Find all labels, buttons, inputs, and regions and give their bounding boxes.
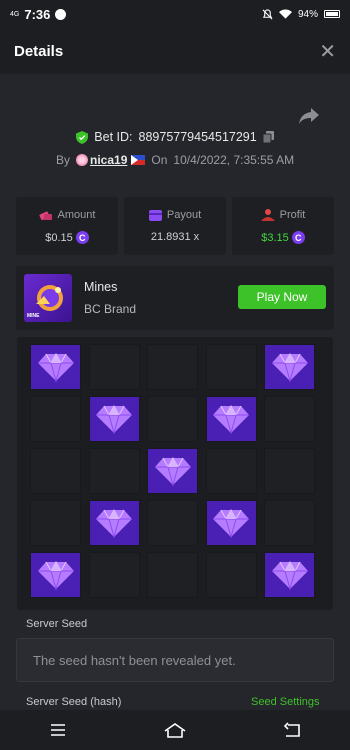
gem-tile: [88, 396, 140, 442]
by-label: By: [56, 153, 71, 167]
clock: 7:36: [24, 6, 51, 22]
status-bar: 4G 7:36 94%: [0, 0, 350, 28]
amount-label: Amount: [57, 209, 96, 221]
bet-id-label: Bet ID:: [94, 130, 133, 144]
server-seed-hash-label: Server Seed (hash): [26, 696, 122, 708]
battery-icon: [324, 10, 340, 18]
username-link[interactable]: nica19: [76, 153, 146, 167]
battery-percent: 94%: [297, 8, 318, 20]
empty-tile: [205, 552, 257, 598]
empty-tile: [264, 396, 315, 442]
diamond-icon: [271, 560, 308, 590]
bet-id-value: 88975779454517291: [138, 130, 257, 144]
empty-tile: [147, 344, 198, 390]
empty-tile: [30, 500, 81, 546]
stat-amount: Amount $0.15 C: [16, 197, 118, 255]
messenger-icon: [55, 8, 67, 20]
profit-icon: [260, 209, 275, 221]
coin-icon: C: [75, 231, 89, 244]
empty-tile: [147, 396, 198, 442]
menu-lines-icon: [51, 724, 66, 736]
empty-tile: [147, 552, 198, 598]
recent-apps-button[interactable]: [41, 717, 75, 743]
empty-tile: [205, 448, 257, 494]
game-thumbnail: MINE: [24, 274, 72, 322]
diamond-icon: [213, 508, 249, 538]
gem-tile: [30, 344, 81, 390]
server-seed-field: The seed hasn't been revealed yet.: [16, 638, 334, 682]
gem-tile: [88, 500, 140, 546]
gem-tile: [30, 552, 81, 598]
stat-profit: Profit $3.15 C: [232, 197, 334, 255]
thumbnail-label: MINE: [27, 313, 40, 319]
play-now-button[interactable]: Play Now: [238, 285, 326, 309]
network-indicator: 4G: [10, 10, 20, 18]
gem-tile: [264, 344, 315, 390]
wifi-icon: [278, 9, 292, 19]
amount-icon: [38, 210, 52, 220]
back-icon: [283, 722, 300, 737]
bet-id-row: Bet ID: 88975779454517291: [0, 130, 350, 144]
game-name: Mines: [84, 280, 118, 294]
home-button[interactable]: [158, 717, 192, 743]
empty-tile: [264, 500, 315, 546]
empty-tile: [205, 344, 257, 390]
gem-tile: [205, 396, 257, 442]
mines-board: [17, 337, 333, 610]
username: nica19: [90, 153, 128, 167]
philippines-flag-icon: [131, 155, 146, 165]
profit-value: $3.15: [261, 231, 289, 244]
diamond-icon: [37, 560, 74, 590]
diamond-icon: [96, 404, 132, 434]
verified-shield-icon: [76, 130, 89, 144]
bet-datetime: 10/4/2022, 7:35:55 AM: [173, 153, 295, 167]
gem-tile: [264, 552, 315, 598]
payout-icon: [148, 209, 162, 221]
gem-tile: [147, 448, 198, 494]
details-header: Details ✕: [0, 28, 350, 74]
profit-label: Profit: [279, 209, 306, 221]
empty-tile: [147, 500, 198, 546]
payout-label: Payout: [166, 209, 202, 221]
seed-settings-link[interactable]: Seed Settings: [251, 696, 320, 708]
home-icon: [164, 723, 186, 738]
on-label: On: [151, 153, 168, 167]
bet-meta-row: By nica19 On 10/4/2022, 7:35:55 AM: [56, 153, 294, 167]
empty-tile: [88, 344, 140, 390]
empty-tile: [264, 448, 315, 494]
system-nav-bar: [0, 710, 350, 750]
diamond-icon: [37, 352, 74, 382]
diamond-icon: [271, 352, 308, 382]
game-brand: BC Brand: [84, 302, 137, 316]
stat-payout: Payout 21.8931 x: [124, 197, 226, 255]
avatar-icon: [76, 154, 89, 166]
share-icon[interactable]: [298, 106, 320, 126]
mute-icon: [262, 8, 273, 19]
back-button[interactable]: [275, 717, 309, 743]
empty-tile: [30, 448, 81, 494]
diamond-icon: [213, 404, 249, 434]
payout-value: 21.8931 x: [150, 231, 200, 243]
diamond-icon: [154, 456, 191, 486]
gem-tile: [205, 500, 257, 546]
copy-icon[interactable]: [262, 131, 274, 143]
empty-tile: [30, 396, 81, 442]
coin-icon: C: [291, 231, 305, 244]
empty-tile: [88, 552, 140, 598]
amount-value: $0.15: [45, 231, 73, 244]
server-seed-label: Server Seed: [26, 618, 88, 630]
close-icon[interactable]: ✕: [319, 39, 336, 64]
diamond-icon: [96, 508, 132, 538]
page-title: Details: [14, 42, 64, 60]
empty-tile: [88, 448, 140, 494]
